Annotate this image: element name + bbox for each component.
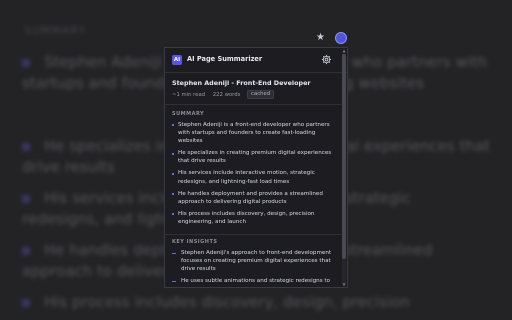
gear-icon[interactable] bbox=[321, 54, 332, 65]
summary-list: Stephen Adeniji is a front-end developer… bbox=[172, 121, 335, 230]
bullet-icon bbox=[172, 152, 174, 155]
dash-icon bbox=[172, 281, 176, 283]
summary-item: His process includes discovery, design, … bbox=[172, 210, 335, 226]
summary-item: He handles deployment and provides a str… bbox=[172, 190, 335, 206]
summary-item: Stephen Adeniji is a front-end developer… bbox=[172, 121, 335, 145]
summarizer-popup: AI AI Page Summarizer Stephen Adeniji - … bbox=[164, 47, 348, 288]
insight-item: He uses subtle animations and strategic … bbox=[172, 277, 335, 285]
summary-item: His services include interactive motion,… bbox=[172, 169, 335, 185]
extension-icon[interactable] bbox=[335, 32, 347, 44]
bullet-icon bbox=[172, 124, 174, 127]
dash-icon bbox=[172, 253, 176, 254]
popup-header: AI AI Page Summarizer bbox=[165, 48, 347, 73]
word-count: 222 words bbox=[212, 91, 241, 98]
bullet-icon bbox=[172, 172, 174, 175]
scroll-up-icon[interactable]: ▲ bbox=[342, 49, 346, 53]
page-title: Stephen Adeniji - Front-End Developer bbox=[172, 79, 311, 87]
bullet-icon bbox=[172, 193, 174, 196]
key-insights-label: KEY INSIGHTS bbox=[172, 239, 218, 245]
divider bbox=[165, 104, 341, 105]
page-meta: ~1 min read 222 words cached bbox=[172, 90, 275, 99]
scroll-down-icon[interactable]: ▼ bbox=[342, 283, 346, 287]
insights-list: Stephen Adeniji's approach to front-end … bbox=[172, 249, 335, 287]
ai-logo-icon: AI bbox=[172, 55, 182, 65]
divider bbox=[165, 234, 341, 235]
app-title: AI Page Summarizer bbox=[187, 55, 263, 63]
read-time: ~1 min read bbox=[172, 91, 206, 98]
insight-item: Stephen Adeniji's approach to front-end … bbox=[172, 249, 335, 273]
star-icon[interactable]: ★ bbox=[316, 33, 326, 43]
scroll-thumb[interactable] bbox=[342, 54, 346, 259]
summary-item: He specializes in creating premium digit… bbox=[172, 149, 335, 165]
popup-scrollbar[interactable]: ▲ ▼ bbox=[342, 49, 346, 287]
bullet-icon bbox=[172, 213, 174, 216]
cached-badge: cached bbox=[247, 90, 275, 99]
summary-label: SUMMARY bbox=[172, 111, 205, 117]
